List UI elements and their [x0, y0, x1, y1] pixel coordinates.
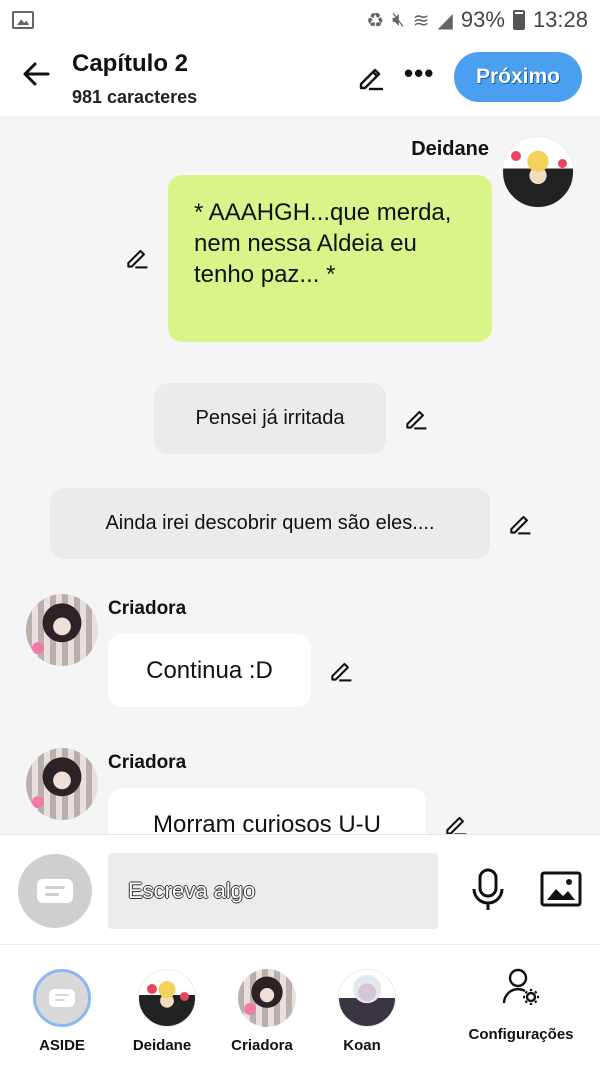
settings-label: Configurações [468, 1026, 574, 1043]
character-name: Deidane [132, 1037, 192, 1054]
speaker-name: Criadora [108, 598, 187, 619]
status-icons: ♻ 🔇︎ ≋ ◢ 93% 13:28 [366, 7, 588, 33]
character-aside[interactable]: ASIDE [22, 969, 102, 1054]
chapter-title: Capítulo 2 [72, 50, 189, 77]
character-name: Koan [343, 1037, 381, 1054]
character-count: 981 caracteres [72, 87, 198, 107]
aside-avatar [33, 969, 91, 1027]
message-bubble[interactable]: Morram curiosos U-U [108, 788, 426, 834]
message-bubble[interactable]: * AAAHGH...que merda, nem nessa Aldeia e… [168, 175, 492, 342]
gallery-notification-icon [12, 11, 34, 29]
battery-icon [512, 10, 525, 30]
character-bar: ASIDE Deidane Criadora Koan Configuraçõe… [0, 944, 600, 1067]
character-name: ASIDE [39, 1037, 85, 1054]
criadora-avatar[interactable] [26, 748, 98, 820]
character-criadora[interactable]: Criadora [222, 969, 302, 1054]
edit-message-pencil-icon[interactable] [328, 657, 354, 683]
aside-icon [37, 879, 73, 903]
character-koan[interactable]: Koan [322, 969, 402, 1054]
image-icon[interactable] [540, 871, 582, 907]
mute-icon: 🔇︎ [392, 8, 405, 31]
aside-bubble[interactable]: Pensei já irritada [154, 383, 386, 454]
status-bar: ♻ 🔇︎ ≋ ◢ 93% 13:28 [0, 0, 600, 40]
edit-aside-pencil-icon[interactable] [507, 510, 533, 536]
criadora-avatar[interactable] [26, 594, 98, 666]
more-options-icon[interactable]: ••• [404, 58, 434, 89]
wifi-icon: ≋ [412, 9, 430, 32]
chapter-header: Capítulo 2 981 caracteres ••• Próximo [0, 40, 600, 116]
character-deidane[interactable]: Deidane [122, 969, 202, 1054]
composer-bar [0, 834, 600, 944]
edit-title-pencil-icon[interactable] [356, 62, 386, 92]
edit-aside-pencil-icon[interactable] [403, 405, 429, 431]
clock: 13:28 [532, 7, 588, 32]
koan-avatar [338, 969, 396, 1027]
user-settings-icon [502, 968, 539, 1005]
recycle-icon: ♻ [366, 9, 385, 32]
signal-icon: ◢ [437, 9, 453, 32]
speaker-name: Deidane [411, 138, 489, 160]
deidane-avatar [138, 969, 196, 1027]
message-bubble[interactable]: Continua :D [108, 634, 311, 707]
aside-bubble[interactable]: Ainda irei descobrir quem são eles.... [50, 488, 490, 559]
edit-message-pencil-icon[interactable] [124, 244, 150, 270]
back-arrow-icon[interactable] [20, 58, 52, 90]
message-input[interactable] [108, 853, 438, 929]
criadora-avatar [238, 969, 296, 1027]
edit-message-pencil-icon[interactable] [443, 811, 469, 834]
aside-icon [49, 989, 75, 1007]
microphone-icon[interactable] [466, 867, 510, 913]
aside-toggle-button[interactable] [18, 854, 92, 928]
speaker-name: Criadora [108, 752, 187, 773]
chat-area: Deidane * AAAHGH...que merda, nem nessa … [0, 116, 600, 834]
settings-button[interactable]: Configurações [466, 967, 576, 1043]
character-name: Criadora [231, 1037, 293, 1054]
deidane-avatar[interactable] [502, 136, 574, 208]
next-button[interactable]: Próximo [454, 52, 582, 102]
battery-percent: 93% [460, 7, 505, 32]
